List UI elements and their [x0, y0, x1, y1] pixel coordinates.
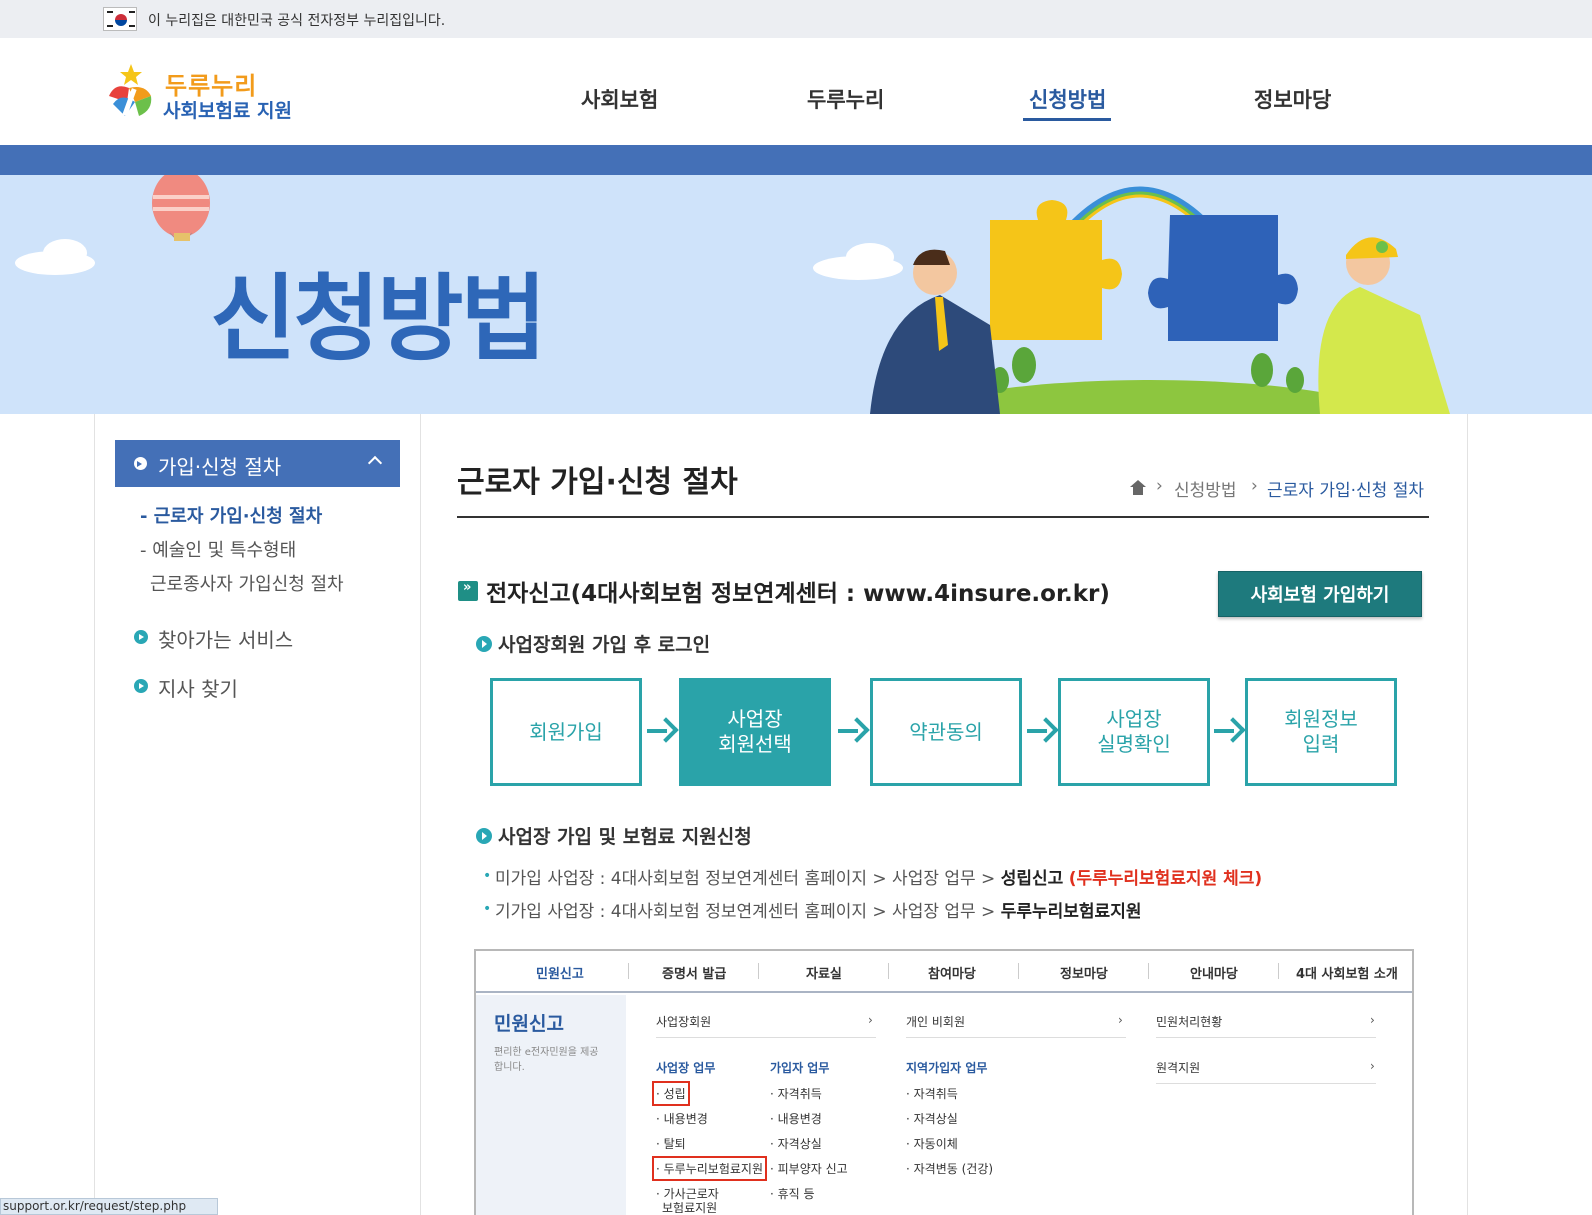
arrow-circle-icon — [134, 630, 148, 644]
logo-mark-icon — [109, 64, 152, 117]
breadcrumb-item-application[interactable]: 신청방법 — [1174, 476, 1237, 501]
step-terms: 약관동의 — [870, 678, 1022, 786]
sidebar-sub-item-artist-cont[interactable]: 근로종사자 가입신청 절차 — [150, 570, 344, 596]
frame-divider-line — [420, 414, 421, 1215]
guide-screenshot: 민원신고 증명서 발급 자료실 참여마당 정보마당 안내마당 4대 사회보험 소… — [474, 949, 1414, 1215]
gov-banner-text: 이 누리집은 대한민국 공식 전자정부 누리집입니다. — [148, 13, 446, 29]
status-bar-url: support.or.kr/request/step.php — [0, 1198, 218, 1215]
join-insurance-button[interactable]: 사회보험 가입하기 — [1218, 571, 1422, 617]
section-title: 전자신고(4대사회보험 정보연계센터 : www.4insure.or.kr) — [486, 581, 1110, 607]
breadcrumb-separator: › — [1156, 476, 1163, 496]
screenshot-nav: 민원신고 증명서 발급 자료실 참여마당 정보마당 안내마당 4대 사회보험 소… — [476, 951, 1412, 993]
sidebar-sub-item-worker[interactable]: - 근로자 가입·신청 절차 — [140, 502, 322, 528]
sidebar-heading-label: 가입·신청 절차 — [158, 455, 282, 479]
gov-banner: 이 누리집은 대한민국 공식 전자정부 누리집입니다. — [0, 0, 1592, 38]
step-signup: 회원가입 — [490, 678, 642, 786]
arrow-circle-icon — [134, 679, 148, 693]
chevron-right-icon: › — [868, 1013, 873, 1027]
frame-right-line — [1467, 414, 1468, 1215]
breadcrumb-item-current[interactable]: 근로자 가입·신청 절차 — [1267, 476, 1424, 501]
page-title: 근로자 가입·신청 절차 — [457, 465, 738, 500]
step-select-business: 사업장 회원선택 — [679, 678, 831, 786]
sidebar-heading[interactable]: 가입·신청 절차 — [115, 440, 400, 487]
arrow-right-icon — [645, 716, 675, 746]
arrow-right-icon — [836, 716, 866, 746]
nav-active-underline — [1023, 118, 1111, 121]
breadcrumb-separator: › — [1251, 476, 1258, 496]
chevron-right-icon: › — [1118, 1013, 1123, 1027]
screenshot-side: 민원신고 편리한 e전자민원을 제공합니다. — [476, 995, 626, 1215]
nav-item-application[interactable]: 신청방법 — [1029, 84, 1106, 114]
nav-item-durunuri[interactable]: 두루누리 — [807, 84, 884, 114]
title-divider — [457, 516, 1429, 518]
arrow-circle-icon — [134, 457, 147, 470]
step-verify-business: 사업장 실명확인 — [1058, 678, 1210, 786]
arrow-circle-icon — [476, 636, 492, 652]
step-member-info: 회원정보 입력 — [1245, 678, 1397, 786]
site-header: 두루누리 사회보험료 지원 사회보험 두루누리 신청방법 정보마당 — [0, 38, 1592, 144]
arrow-circle-icon — [476, 828, 492, 844]
nav-item-social-insurance[interactable]: 사회보험 — [581, 84, 658, 114]
chevron-right-icon: › — [1370, 1059, 1375, 1073]
visual-top-band — [0, 145, 1592, 175]
logo-subtitle: 사회보험료 지원 — [163, 100, 292, 122]
nav-item-info[interactable]: 정보마당 — [1254, 84, 1331, 114]
section-bullet-icon — [458, 580, 478, 601]
chevron-up-icon — [367, 455, 383, 471]
home-icon[interactable] — [1129, 480, 1147, 496]
chevron-right-icon: › — [1370, 1013, 1375, 1027]
site-logo[interactable]: 두루누리 사회보험료 지원 — [105, 54, 315, 126]
visual-banner: 신청방법 — [0, 175, 1592, 414]
korea-flag-icon — [103, 7, 137, 31]
sidebar-sub-item-artist[interactable]: - 예술인 및 특수형태 — [140, 536, 296, 562]
frame-left-line — [94, 414, 95, 1215]
arrow-right-icon — [1025, 716, 1055, 746]
arrow-right-icon — [1212, 716, 1242, 746]
visual-title: 신청방법 — [210, 265, 547, 374]
